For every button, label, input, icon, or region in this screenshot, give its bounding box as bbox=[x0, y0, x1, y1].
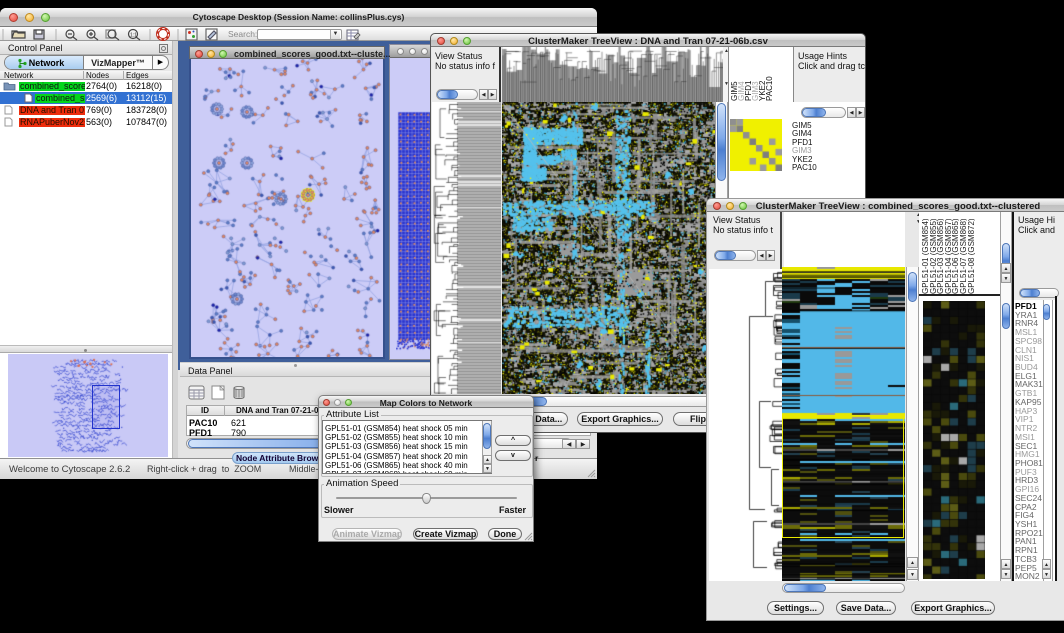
svg-text:Search:: Search: bbox=[228, 29, 257, 39]
svg-text:1:1: 1:1 bbox=[130, 33, 137, 39]
